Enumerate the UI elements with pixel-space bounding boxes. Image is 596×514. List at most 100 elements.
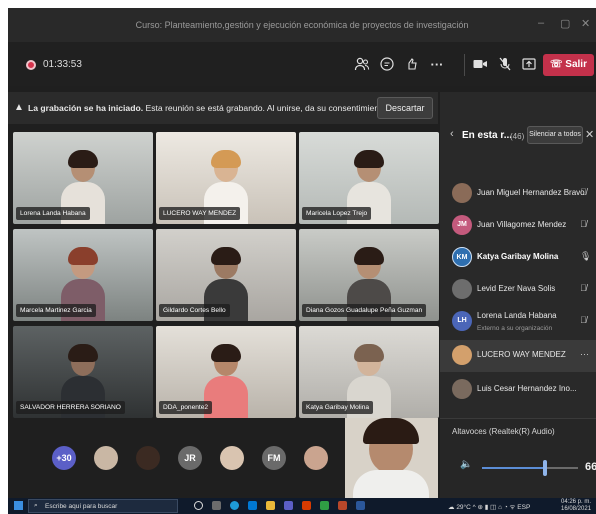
excel-icon[interactable] [320, 501, 329, 510]
mute-all-button[interactable]: Silenciar a todos [527, 126, 583, 144]
participants-icon[interactable] [353, 56, 371, 74]
audio-device-label: Altavoces (Realtek(R) Audio) [452, 427, 555, 436]
powerpoint-icon[interactable] [338, 501, 347, 510]
meeting-toolbar: 01:33:53 ··· ☏ Salir [8, 42, 596, 86]
share-screen-icon[interactable] [520, 56, 538, 74]
volume-slider[interactable] [482, 467, 578, 469]
recording-banner-bold: La grabación se ha iniciado. [28, 103, 144, 113]
clock-time: 04:26 p. m. [561, 499, 592, 505]
avatar-initials: LH [452, 311, 472, 331]
chat-icon[interactable] [378, 56, 396, 74]
tile-name: DDA_ponente2 [159, 401, 213, 414]
minimize-button[interactable]: – [538, 17, 544, 29]
participant-name: Juan Villagomez Mendez [477, 220, 567, 229]
weather-icon: ☁ [448, 504, 455, 511]
teams-window: Curso: Planteamiento,gestión y ejecución… [8, 8, 596, 514]
leave-label: Salir [565, 59, 587, 70]
panel-title: En esta r... [462, 130, 513, 141]
windows-start-icon[interactable] [14, 501, 23, 510]
participant-row[interactable]: KM Katya Garibay Molina 🎙 [440, 242, 596, 274]
avatar-initials[interactable]: JR [178, 446, 202, 470]
participant-row[interactable]: LH Lorena Landa Habana Externo a su orga… [440, 306, 596, 338]
participant-name: LUCERO WAY MENDEZ [477, 350, 566, 359]
chevron-left-icon[interactable]: ‹ [450, 128, 454, 140]
microphone-icon: 🎙 [580, 251, 592, 261]
cortana-icon[interactable] [194, 501, 203, 510]
participant-more-icon[interactable]: ··· [580, 349, 589, 359]
participant-name: Katya Garibay Molina [477, 252, 559, 261]
video-tile[interactable]: Marcela Martinez Garcia [13, 229, 153, 321]
avatar[interactable] [94, 446, 118, 470]
volume-slider-thumb[interactable] [543, 460, 548, 476]
meeting-timer: 01:33:53 [43, 59, 82, 70]
participant-row[interactable]: LUCERO WAY MENDEZ ··· [440, 340, 596, 372]
close-button[interactable]: ✕ [581, 17, 590, 30]
taskbar-search-box[interactable]: ⌕ Escribe aquí para buscar [28, 499, 178, 513]
word-icon[interactable] [356, 501, 365, 510]
avatar [452, 345, 472, 365]
edge-icon[interactable] [230, 501, 239, 510]
overflow-participants-strip: +30 JR FM [8, 418, 345, 498]
tile-name: Katya Garibay Molina [302, 401, 374, 414]
office-icon[interactable] [302, 501, 311, 510]
file-explorer-icon[interactable] [266, 501, 275, 510]
teams-icon[interactable] [284, 501, 293, 510]
tile-name: Lorena Landa Habana [16, 207, 90, 220]
taskbar-clock[interactable]: 04:26 p. m. 16/08/2021 [561, 499, 591, 513]
tray-icons[interactable]: ^ ⊕ ▮ ◫ ⌂ ◔ ᯤ ESP [473, 504, 531, 511]
participant-row[interactable]: Luis Cesar Hernandez Ino... [440, 374, 596, 418]
video-tile[interactable] [345, 418, 438, 498]
maximize-button[interactable]: ▢ [560, 17, 570, 30]
tile-name: SALVADOR HERRERA SORIANO [16, 401, 125, 414]
discard-button[interactable]: Descartar [377, 97, 433, 119]
phone-hangup-icon: ☏ [550, 59, 563, 70]
volume-value: 66 [585, 461, 596, 473]
more-options-icon[interactable]: ··· [428, 56, 446, 74]
more-participants-badge[interactable]: +30 [52, 446, 76, 470]
tile-name: Maricela Lopez Trejo [302, 207, 372, 220]
taskbar-search-placeholder: Escribe aquí para buscar [45, 503, 118, 510]
mail-icon[interactable] [248, 501, 257, 510]
camera-icon[interactable] [471, 56, 489, 74]
participant-row[interactable]: Levid Ezer Nava Solis 🎙̸ [440, 274, 596, 306]
video-tile[interactable]: Gildardo Cortes Bello [156, 229, 296, 321]
participants-panel: ‹ En esta r... (46) Silenciar a todos ✕ … [440, 92, 596, 418]
task-view-icon[interactable] [212, 501, 221, 510]
participant-count: (46) [510, 132, 525, 141]
close-icon[interactable]: ✕ [585, 128, 594, 141]
avatar[interactable] [136, 446, 160, 470]
warning-icon: ▲ [14, 102, 24, 113]
microphone-muted-icon: 🎙̸ [580, 315, 587, 325]
volume-slider-fill [482, 467, 546, 469]
avatar[interactable] [304, 446, 328, 470]
reactions-icon[interactable] [404, 56, 422, 74]
recording-banner: ▲ La grabación se ha iniciado. Esta reun… [8, 92, 438, 124]
participant-external-label: Externo a su organización [477, 325, 553, 332]
video-tile[interactable]: SALVADOR HERRERA SORIANO [13, 326, 153, 418]
video-tile[interactable]: Lorena Landa Habana [13, 132, 153, 224]
windows-taskbar: ⌕ Escribe aquí para buscar ☁ 29°C ^ ⊕ ▮ … [8, 498, 596, 514]
video-tile[interactable]: DDA_ponente2 [156, 326, 296, 418]
avatar[interactable] [220, 446, 244, 470]
participant-row[interactable]: JM Juan Villagomez Mendez 🎙̸ [440, 210, 596, 242]
video-tile[interactable]: Diana Gozos Guadalupe Peña Guzman [299, 229, 439, 321]
speaker-icon[interactable]: 🔈 [460, 459, 472, 470]
microphone-muted-icon[interactable] [496, 56, 514, 74]
recording-banner-text: La grabación se ha iniciado. Esta reunió… [28, 103, 432, 113]
avatar [452, 279, 472, 299]
leave-button[interactable]: ☏ Salir [543, 54, 594, 76]
participant-row[interactable]: Juan Miguel Hernandez Bravo 🎙̸ [440, 178, 596, 210]
clock-date: 16/08/2021 [561, 506, 592, 512]
temperature: 29°C [456, 504, 471, 511]
video-tile[interactable]: Maricela Lopez Trejo [299, 132, 439, 224]
video-tile[interactable]: Katya Garibay Molina [299, 326, 439, 418]
window-title: Curso: Planteamiento,gestión y ejecución… [135, 20, 469, 30]
avatar-initials: KM [452, 247, 472, 267]
video-grid: Lorena Landa Habana LUCERO WAY MENDEZ Ma… [13, 132, 439, 418]
speaker-volume-popup: Altavoces (Realtek(R) Audio) 🔈 66 [440, 418, 596, 498]
avatar [452, 183, 472, 203]
video-tile[interactable]: LUCERO WAY MENDEZ [156, 132, 296, 224]
system-tray: ☁ 29°C ^ ⊕ ▮ ◫ ⌂ ◔ ᯤ ESP [448, 502, 530, 511]
avatar-initials[interactable]: FM [262, 446, 286, 470]
microphone-muted-icon: 🎙̸ [580, 187, 587, 197]
